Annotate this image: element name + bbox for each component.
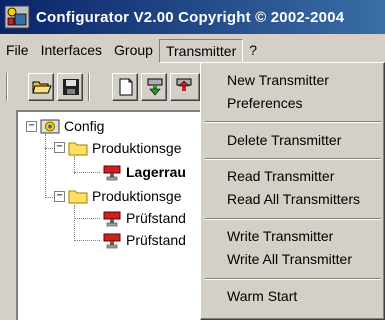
read-transmitter-button[interactable]: [141, 73, 167, 101]
menu-item-delete-transmitter[interactable]: Delete Transmitter: [227, 129, 341, 151]
menu-transmitter[interactable]: Transmitter: [158, 38, 244, 63]
transmitter-green-arrow-icon: [147, 78, 163, 96]
tree-connector: [74, 218, 100, 219]
menu-separator: [205, 218, 381, 220]
folder-icon: [68, 139, 88, 157]
title-bar[interactable]: Configurator V2.00 Copyright © 2002-2004: [0, 0, 385, 34]
tree-node-label: Prüfstand: [126, 232, 186, 248]
menu-separator: [205, 121, 381, 123]
tree-node-label: Produktionsge: [92, 188, 182, 204]
new-document-icon: [119, 78, 133, 96]
collapse-toggle-config[interactable]: −: [26, 121, 37, 132]
tree-node-transmitter[interactable]: Prüfstand: [102, 208, 186, 228]
menu-item-preferences[interactable]: Preferences: [227, 92, 302, 114]
app-icon: [4, 4, 30, 30]
config-icon: [40, 117, 60, 135]
menu-interfaces[interactable]: Interfaces: [35, 39, 108, 62]
tree-node-label: Config: [64, 118, 105, 134]
menu-separator: [205, 158, 381, 160]
tree-node-config[interactable]: Config: [40, 116, 104, 136]
tree-connector: [74, 205, 75, 241]
tree-node-label: Prüfstand: [126, 210, 186, 226]
menu-item-write-all-transmitter[interactable]: Write All Transmitter: [227, 248, 352, 270]
save-disk-icon: [63, 79, 79, 95]
tree-node-group-2[interactable]: Produktionsge: [68, 186, 182, 206]
tree-node-label: Produktionsge: [92, 140, 182, 156]
tree-connector: [74, 240, 100, 241]
menu-item-write-transmitter[interactable]: Write Transmitter: [227, 225, 333, 247]
menu-file[interactable]: File: [0, 39, 35, 62]
folder-icon: [68, 187, 88, 205]
menu-item-new-transmitter[interactable]: New Transmitter: [227, 69, 329, 91]
transmitter-icon: [102, 231, 122, 249]
menu-separator: [205, 278, 381, 280]
transmitter-menu-dropdown: New Transmitter Preferences Delete Trans…: [200, 62, 385, 320]
tree-node-label: Lagerrau: [126, 164, 186, 180]
tree-node-transmitter[interactable]: Lagerrau: [102, 162, 186, 182]
menu-item-warm-start[interactable]: Warm Start: [227, 285, 297, 307]
menu-item-read-transmitter[interactable]: Read Transmitter: [227, 165, 334, 187]
tree-connector: [74, 172, 100, 173]
open-button[interactable]: [28, 73, 54, 101]
save-button[interactable]: [57, 73, 83, 101]
transmitter-red-arrow-icon: [176, 78, 192, 91]
open-folder-icon: [32, 81, 52, 94]
transmitter-icon: [102, 163, 122, 181]
new-button[interactable]: [112, 73, 138, 101]
menu-group[interactable]: Group: [108, 39, 159, 62]
transmitter-icon: [102, 209, 122, 227]
window-title: Configurator V2.00 Copyright © 2002-2004: [36, 8, 345, 26]
menu-item-read-all-transmitters[interactable]: Read All Transmitters: [227, 188, 360, 210]
collapse-toggle-group-1[interactable]: −: [54, 142, 65, 153]
write-transmitter-button[interactable]: [170, 73, 200, 101]
toolbar-separator: [88, 73, 90, 101]
menu-bar: File Interfaces Group Transmitter ?: [0, 38, 385, 63]
collapse-toggle-group-2[interactable]: −: [54, 191, 65, 202]
toolbar-separator: [6, 73, 8, 101]
tree-node-group-1[interactable]: Produktionsge: [68, 138, 182, 158]
tree-connector: [45, 134, 46, 198]
tree-node-transmitter[interactable]: Prüfstand: [102, 230, 186, 250]
menu-help[interactable]: ?: [243, 39, 263, 62]
